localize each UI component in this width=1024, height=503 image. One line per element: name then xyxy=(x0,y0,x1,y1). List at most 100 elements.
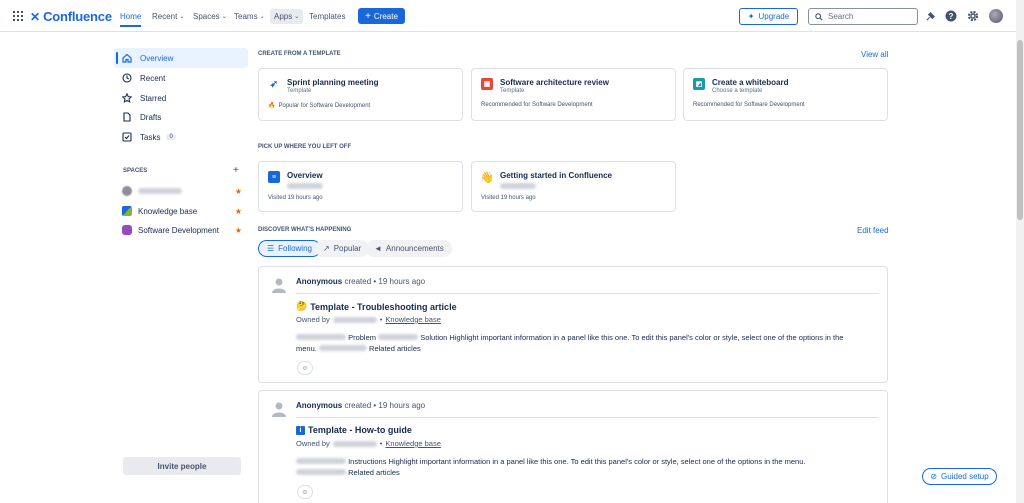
notifications-icon[interactable] xyxy=(924,10,936,22)
excerpt-text: Instructions Highlight important informa… xyxy=(348,457,806,466)
filter-following[interactable]: ☰ Following xyxy=(258,240,321,257)
template-card-whiteboard[interactable]: ◩ Create a whiteboard Choose a template … xyxy=(683,68,888,121)
search-placeholder: Search xyxy=(828,12,854,21)
card-title: Getting started in Confluence xyxy=(500,171,613,180)
redacted-space-name xyxy=(500,183,536,189)
feed-title-text: Template - Troubleshooting article xyxy=(310,301,457,312)
nav-teams[interactable]: Teams ⌄ xyxy=(234,12,265,21)
card-footer: Recommended for Software Development xyxy=(481,102,593,108)
template-card-architecture-review[interactable]: ▣ Software architecture review Template … xyxy=(471,68,676,121)
add-reaction-button[interactable]: ☺ xyxy=(297,361,313,375)
starred-icon[interactable]: ★ xyxy=(235,226,242,235)
help-icon[interactable]: ? xyxy=(945,10,957,22)
search-icon xyxy=(815,12,823,21)
wave-emoji-icon: 👋 xyxy=(480,171,494,184)
filter-announcements[interactable]: ◄ Announcements xyxy=(366,240,452,257)
search-input[interactable]: Search xyxy=(808,8,918,25)
sidebar-space-software-development[interactable]: Software Development ★ xyxy=(114,221,248,239)
sidebar-item-tasks[interactable]: Tasks 0 xyxy=(114,127,248,147)
anonymous-avatar-icon xyxy=(272,278,286,293)
recent-card-getting-started[interactable]: 👋 Getting started in Confluence Visited … xyxy=(471,161,676,212)
megaphone-icon: ◄ xyxy=(374,244,382,253)
confluence-logo[interactable]: ✕ Confluence xyxy=(30,9,112,24)
feed-title[interactable]: 🤔 Template - Troubleshooting article xyxy=(296,301,457,312)
sidebar-item-recent[interactable]: Recent xyxy=(114,68,248,88)
starred-icon[interactable]: ★ xyxy=(235,187,242,196)
invite-people-button[interactable]: Invite people xyxy=(123,457,241,475)
scrollbar[interactable] xyxy=(1016,0,1024,503)
chevron-down-icon: ⌄ xyxy=(259,14,265,20)
people-icon: ☰ xyxy=(267,244,275,253)
sidebar-item-label: Starred xyxy=(140,93,167,103)
filter-popular[interactable]: ↗ Popular xyxy=(315,240,370,257)
settings-gear-icon[interactable] xyxy=(967,10,979,22)
sidebar-item-starred[interactable]: Starred xyxy=(114,88,248,108)
excerpt-text: Solution Highlight important information… xyxy=(420,333,844,342)
feed-item[interactable]: Anonymous created • 19 hours ago i Templ… xyxy=(258,390,888,503)
confluence-logo-icon: ✕ xyxy=(30,9,41,24)
knowledge-base-icon xyxy=(122,206,132,216)
view-all-link[interactable]: View all xyxy=(861,50,888,59)
visited-time: Visited 19 hours ago xyxy=(268,195,323,201)
card-title: Sprint planning meeting xyxy=(287,78,379,87)
scroll-thumb[interactable] xyxy=(1017,40,1023,220)
sidebar-item-drafts[interactable]: Drafts xyxy=(114,107,248,127)
personal-space-icon xyxy=(122,186,132,196)
feed-time: • 19 hours ago xyxy=(373,401,426,410)
redacted-space-name xyxy=(138,188,182,194)
nav-recent[interactable]: Recent ⌄ xyxy=(152,12,184,21)
sidebar-item-overview[interactable]: Overview xyxy=(114,48,248,68)
sidebar-space-knowledge-base[interactable]: Knowledge base ★ xyxy=(114,202,248,220)
nav-spaces[interactable]: Spaces ⌄ xyxy=(193,12,227,21)
upgrade-label: Upgrade xyxy=(758,12,790,21)
sidebar-item-label: Overview xyxy=(140,53,174,63)
feed-owner: Owned by • Knowledge base xyxy=(296,315,441,324)
space-link[interactable]: Knowledge base xyxy=(385,315,440,324)
create-button[interactable]: + Create xyxy=(358,8,405,24)
guided-setup-button[interactable]: ⊘ Guided setup xyxy=(922,468,997,485)
feed-action: created xyxy=(344,401,372,410)
nav-home[interactable]: Home xyxy=(120,12,142,27)
nav-spaces-label: Spaces xyxy=(193,12,220,21)
spaces-heading: SPACES xyxy=(123,168,148,174)
card-subtitle: Template xyxy=(287,88,312,94)
redacted-text xyxy=(318,345,367,351)
feed-item[interactable]: Anonymous created • 19 hours ago 🤔 Templ… xyxy=(258,266,888,383)
redacted-text xyxy=(296,458,346,464)
create-section-title: CREATE FROM A TEMPLATE xyxy=(258,51,341,57)
nav-templates-label: Templates xyxy=(309,12,346,21)
edit-feed-link[interactable]: Edit feed xyxy=(857,226,889,235)
app-name: Confluence xyxy=(43,9,112,24)
feed-title[interactable]: i Template - How-to guide xyxy=(296,425,412,435)
card-footer: 🔥 Popular for Software Development xyxy=(268,102,370,110)
nav-teams-label: Teams xyxy=(234,12,258,21)
nav-templates[interactable]: Templates xyxy=(309,12,345,21)
add-space-icon[interactable]: + xyxy=(233,165,239,176)
compass-icon: ⊘ xyxy=(930,472,938,481)
redacted-text xyxy=(378,334,419,340)
user-avatar[interactable] xyxy=(989,9,1003,23)
card-footer: Recommended for Software Development xyxy=(693,102,805,108)
card-footer: Visited 19 hours ago xyxy=(481,195,536,201)
create-label: Create xyxy=(373,11,398,21)
recent-card-overview[interactable]: ≡ Overview Visited 19 hours ago xyxy=(258,161,463,212)
pickup-section-title: PICK UP WHERE YOU LEFT OFF xyxy=(258,144,352,150)
template-card-sprint-planning[interactable]: ➶ Sprint planning meeting Template 🔥 Pop… xyxy=(258,68,463,121)
add-reaction-button[interactable]: ☺ xyxy=(297,485,313,499)
upgrade-button[interactable]: ✦ Upgrade xyxy=(739,8,798,25)
starred-icon[interactable]: ★ xyxy=(235,207,242,216)
sidebar-space-personal[interactable]: ★ xyxy=(114,182,248,200)
architecture-template-icon: ▣ xyxy=(481,78,493,90)
redacted-owner xyxy=(332,440,377,447)
space-link[interactable]: Knowledge base xyxy=(385,439,440,448)
nav-home-label: Home xyxy=(120,12,142,21)
app-switcher-icon[interactable] xyxy=(13,11,23,21)
chevron-down-icon: ⌄ xyxy=(221,14,227,20)
nav-recent-label: Recent xyxy=(152,12,178,21)
nav-apps[interactable]: Apps ⌄ xyxy=(270,9,304,24)
tasks-count-badge: 0 xyxy=(166,134,176,140)
redacted-text xyxy=(296,469,346,475)
anonymous-avatar-icon xyxy=(272,402,286,417)
feed-author: Anonymous xyxy=(296,401,343,410)
guided-setup-label: Guided setup xyxy=(941,472,989,481)
